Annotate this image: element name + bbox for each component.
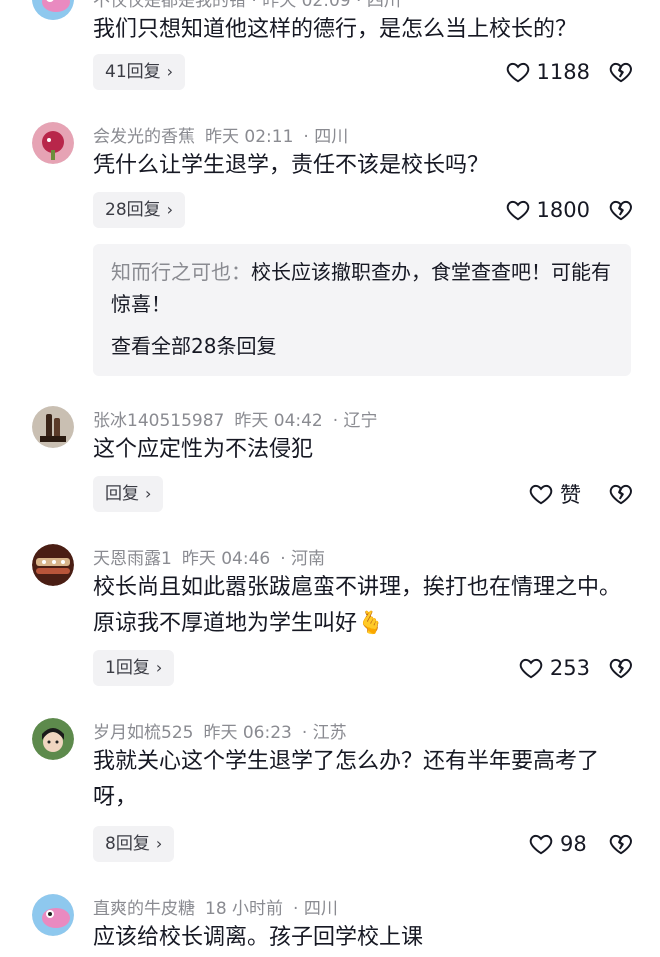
avatar[interactable]: [32, 122, 74, 164]
reply-author[interactable]: 知而行之可也：: [111, 260, 251, 284]
like-group: 98: [528, 826, 634, 862]
view-all-replies-link[interactable]: 查看全部28条回复: [111, 330, 613, 362]
comment-location: · 四川: [293, 899, 338, 919]
comment-location: · 辽宁: [332, 411, 378, 431]
reply-button[interactable]: 28回复 ›: [93, 192, 186, 228]
broken-heart-icon[interactable]: [608, 481, 634, 507]
reply-label: 41回复: [105, 62, 161, 82]
comment-time: 18 小时前: [205, 899, 284, 919]
reply-preview-text: 知而行之可也：校长应该撤职查办，食堂查查吧！可能有惊喜！: [111, 256, 613, 320]
comment-meta: 会发光的香蕉 昨天 02:11 · 四川: [93, 122, 358, 147]
like-count: 赞: [560, 483, 581, 507]
like-count: 1800: [536, 198, 590, 222]
avatar[interactable]: [32, 0, 74, 20]
chevron-right-icon: ›: [166, 62, 174, 81]
chevron-right-icon: ›: [155, 834, 163, 853]
comment-text: 校长尚且如此嚣张跋扈蛮不讲理，挨打也在情理之中。原谅我不厚道地为学生叫好🫰: [93, 570, 638, 642]
like-group: 1188: [505, 54, 634, 90]
author-name[interactable]: 张冰140515987: [93, 411, 224, 431]
avatar[interactable]: [32, 718, 74, 760]
comment-text: 凭什么让学生退学，责任不该是校长吗？: [93, 153, 490, 178]
comment-location: · 江苏: [301, 723, 347, 743]
reply-button[interactable]: 8回复 ›: [93, 826, 175, 862]
author-name[interactable]: 岁月如梳525: [93, 723, 193, 743]
avatar[interactable]: [32, 406, 74, 448]
comment-meta: 张冰140515987 昨天 04:42 · 辽宁: [93, 406, 388, 431]
like-group: 1800: [505, 192, 634, 228]
broken-heart-icon[interactable]: [608, 655, 634, 681]
comment-location: · 河南: [280, 549, 326, 569]
author-name[interactable]: 天恩雨露1: [93, 549, 172, 569]
chevron-right-icon: ›: [145, 484, 152, 503]
like-group: 253: [518, 650, 634, 686]
reply-button[interactable]: 1回复 ›: [93, 650, 175, 686]
comment-text: 我就关心这个学生退学了怎么办？还有半年要高考了呀，: [93, 749, 600, 810]
comment-text: 我们只想知道他这样的德行，是怎么当上校长的？: [93, 17, 578, 42]
comment-meta: 岁月如梳525 昨天 06:23 · 江苏: [93, 718, 357, 743]
reply-label: 1回复: [105, 658, 150, 678]
comment-location: · 四川: [303, 127, 349, 147]
heart-icon[interactable]: [528, 831, 554, 857]
author-name[interactable]: 会发光的香蕉: [93, 127, 195, 147]
comment-text: 这个应定性为不法侵犯: [93, 437, 314, 462]
chevron-right-icon: ›: [155, 658, 163, 677]
like-count: 98: [560, 832, 587, 856]
comment-time: 昨天 04:42: [234, 411, 323, 431]
reply-preview[interactable]: 知而行之可也：校长应该撤职查办，食堂查查吧！可能有惊喜！ 查看全部28条回复: [93, 244, 631, 376]
heart-icon[interactable]: [505, 197, 531, 223]
heart-icon[interactable]: [518, 655, 544, 681]
reply-label: 28回复: [105, 200, 161, 220]
broken-heart-icon[interactable]: [608, 197, 634, 223]
comment-meta: 不仅仅是都是我的错 · 昨天 02:09 · 四川: [93, 0, 401, 11]
broken-heart-icon[interactable]: [608, 831, 634, 857]
reply-label: 回复: [105, 484, 139, 504]
chevron-right-icon: ›: [166, 200, 174, 219]
comment-time: 昨天 06:23: [203, 723, 292, 743]
author-name[interactable]: 直爽的牛皮糖: [93, 899, 195, 919]
heart-icon[interactable]: [505, 59, 531, 85]
like-count: 1188: [536, 60, 590, 84]
avatar[interactable]: [32, 894, 74, 936]
broken-heart-icon[interactable]: [608, 59, 634, 85]
reply-label: 8回复: [105, 834, 150, 854]
reply-button[interactable]: 回复 ›: [93, 476, 164, 512]
comment-meta: 天恩雨露1 昨天 04:46 · 河南: [93, 544, 335, 569]
comment-meta: 直爽的牛皮糖 18 小时前 · 四川: [93, 894, 348, 919]
like-group: 赞: [528, 476, 634, 512]
comment-time: 昨天 04:46: [181, 549, 271, 569]
like-count: 253: [549, 656, 590, 680]
reply-button[interactable]: 41回复 ›: [93, 54, 186, 90]
avatar[interactable]: [32, 544, 74, 586]
heart-hands-emoji-icon: 🫰: [357, 611, 385, 636]
comment-time: 昨天 02:11: [205, 127, 294, 147]
heart-icon[interactable]: [528, 481, 554, 507]
comment-text: 应该给校长调离。孩子回学校上课: [93, 925, 424, 950]
